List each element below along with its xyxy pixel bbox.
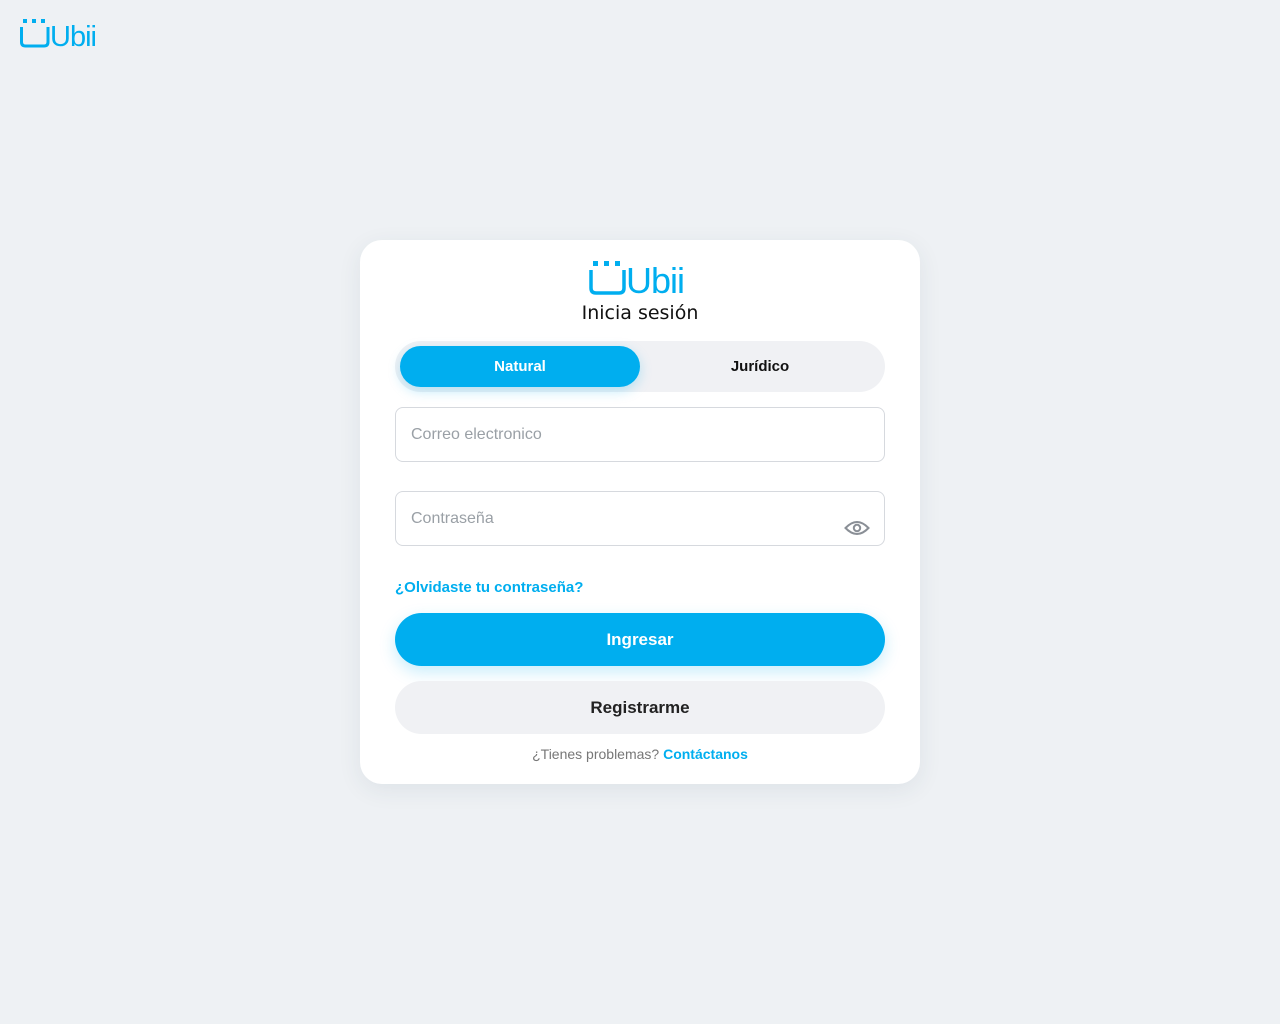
password-field-wrapper xyxy=(395,491,885,546)
header-logo[interactable]: Ubii xyxy=(20,18,102,48)
svg-text:Ubii: Ubii xyxy=(50,21,96,48)
contact-link[interactable]: Contáctanos xyxy=(663,746,748,762)
page-title: Inicia sesión xyxy=(581,302,699,324)
tab-juridico[interactable]: Jurídico xyxy=(640,346,880,387)
tab-natural[interactable]: Natural xyxy=(400,346,640,387)
help-text: ¿Tienes problemas? xyxy=(532,746,660,762)
forgot-password-link[interactable]: ¿Olvidaste tu contraseña? xyxy=(395,579,583,596)
register-button[interactable]: Registrarme xyxy=(395,681,885,734)
svg-text:Ubii: Ubii xyxy=(626,260,684,296)
email-field[interactable] xyxy=(411,408,834,461)
ubii-logo: Ubii xyxy=(20,19,97,48)
login-card: Ubii Inicia sesión Natural Jurídico ¿Olv… xyxy=(360,240,920,784)
card-logo: Ubii xyxy=(589,260,685,296)
email-field-wrapper xyxy=(395,407,885,462)
help-line: ¿Tienes problemas? Contáctanos xyxy=(360,746,920,762)
eye-icon[interactable] xyxy=(844,519,870,537)
password-field[interactable] xyxy=(411,492,834,545)
account-type-toggle: Natural Jurídico xyxy=(395,341,885,392)
login-button[interactable]: Ingresar xyxy=(395,613,885,666)
